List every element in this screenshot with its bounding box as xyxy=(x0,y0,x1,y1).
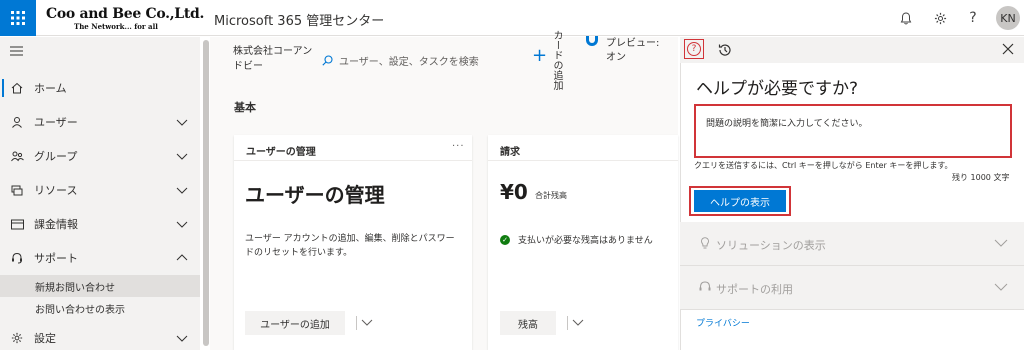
settings-button[interactable] xyxy=(930,8,950,28)
sidebar-item-label: リソース xyxy=(34,184,78,197)
help-title: ヘルプが必要ですか? xyxy=(696,79,859,99)
notifications-button[interactable] xyxy=(896,8,916,28)
headset-icon xyxy=(699,281,711,291)
sidebar-subitem-new-request[interactable]: 新規お問い合わせ xyxy=(0,275,200,297)
org-name: 株式会社コーアンドビー xyxy=(233,46,313,72)
sidebar-item-settings[interactable]: 設定 xyxy=(0,321,200,350)
app-launcher-button[interactable] xyxy=(0,0,36,36)
sidebar-item-users[interactable]: ユーザー xyxy=(0,105,200,139)
avatar[interactable]: KN xyxy=(996,6,1020,30)
sidebar-item-resources[interactable]: リソース xyxy=(0,173,200,207)
add-user-dropdown[interactable] xyxy=(361,317,373,330)
waffle-icon xyxy=(11,11,25,25)
preview-label: プレビュー: オン xyxy=(606,38,660,63)
close-icon xyxy=(1002,43,1014,55)
close-button[interactable] xyxy=(1001,42,1015,56)
chevron-up-icon xyxy=(176,254,188,261)
search-placeholder: ユーザー、設定、タスクを検索 xyxy=(339,56,479,68)
sidebar-item-label: 課金情報 xyxy=(34,218,78,231)
status-text: 支払いが必要な残高はありません xyxy=(518,236,653,246)
history-tab[interactable] xyxy=(717,42,733,58)
history-icon xyxy=(718,44,731,56)
chevron-down-icon xyxy=(361,319,373,326)
section-title: 基本 xyxy=(234,101,256,114)
sidebar-item-home[interactable]: ホーム xyxy=(0,71,200,105)
chevron-down-icon xyxy=(176,119,188,126)
user-icon xyxy=(10,115,24,129)
accordion-support[interactable]: サポートの利用 xyxy=(680,266,1024,310)
group-icon xyxy=(10,149,24,163)
card-description: ユーザー アカウントの追加、編集、削除とパスワードのリセットを行います。 xyxy=(245,234,455,258)
sidebar-subitem-label: お問い合わせの表示 xyxy=(35,304,125,316)
show-help-button[interactable]: ヘルプの表示 xyxy=(694,190,786,212)
plus-icon: + xyxy=(532,45,548,66)
help-tab[interactable]: ? xyxy=(687,42,701,56)
search-icon xyxy=(322,54,333,66)
balance-button[interactable]: 残高 xyxy=(500,311,556,335)
headset-icon xyxy=(10,251,24,265)
card-divider xyxy=(234,160,472,161)
chevron-down-icon xyxy=(572,319,584,326)
card-title: ユーザーの管理 xyxy=(245,183,385,207)
chevron-down-icon xyxy=(176,335,188,342)
card-header: ユーザーの管理 xyxy=(246,147,316,158)
billing-status: ✓ 支払いが必要な残高はありません xyxy=(500,233,653,246)
char-remaining: 残り 1000 文字 xyxy=(952,173,1010,182)
gear-icon xyxy=(934,12,946,24)
accordion-solutions[interactable]: ソリューションの表示 xyxy=(680,222,1024,266)
search-input[interactable]: ユーザー、設定、タスクを検索 xyxy=(322,50,522,70)
company-logo[interactable]: Coo and Bee Co.,Ltd. The Network... for … xyxy=(46,6,205,32)
chevron-down-icon xyxy=(176,187,188,194)
more-options-button[interactable]: ··· xyxy=(452,141,465,152)
accordion-label: ソリューションの表示 xyxy=(716,239,826,252)
billing-icon xyxy=(10,217,24,231)
add-user-button[interactable]: ユーザーの追加 xyxy=(245,311,345,335)
split-divider xyxy=(567,316,568,330)
chevron-down-icon xyxy=(176,221,188,228)
app-title[interactable]: Microsoft 365 管理センター xyxy=(214,10,384,29)
sidebar-subitem-label: 新規お問い合わせ xyxy=(35,282,115,294)
sidebar-item-label: 設定 xyxy=(34,332,56,345)
question-icon: ? xyxy=(691,44,697,54)
sidebar-item-label: ホーム xyxy=(34,82,67,95)
nav-collapse-button[interactable] xyxy=(10,46,23,59)
sidebar-subitem-view-requests[interactable]: お問い合わせの表示 xyxy=(0,297,200,319)
sidebar-item-label: サポート xyxy=(34,252,78,265)
logo-main-text: Coo and Bee Co.,Ltd. xyxy=(46,6,205,22)
add-card-button[interactable]: + xyxy=(532,45,548,66)
sidebar-item-label: グループ xyxy=(34,150,78,163)
chevron-down-icon xyxy=(176,153,188,160)
sidebar-item-support[interactable]: サポート xyxy=(0,241,200,275)
gear-icon xyxy=(10,331,24,345)
sidebar-item-billing[interactable]: 課金情報 xyxy=(0,207,200,241)
chevron-down-icon xyxy=(994,239,1008,247)
lightbulb-icon xyxy=(701,237,709,249)
balance-dropdown[interactable] xyxy=(572,317,584,330)
help-button[interactable]: ? xyxy=(963,8,983,28)
add-card-label[interactable]: カードの追加 xyxy=(550,30,562,90)
split-divider xyxy=(356,316,357,330)
ellipsis-icon: ··· xyxy=(452,141,465,152)
hamburger-icon xyxy=(10,46,23,56)
logo-sub-text: The Network... for all xyxy=(74,22,158,31)
check-circle-icon: ✓ xyxy=(500,234,510,245)
home-icon xyxy=(10,81,24,95)
balance-amount: ¥0 xyxy=(500,180,528,204)
card-header: 請求 xyxy=(500,147,520,158)
sidebar-item-label: ユーザー xyxy=(34,116,78,129)
resource-icon xyxy=(10,183,24,197)
main-scrollbar[interactable] xyxy=(203,40,209,346)
card-divider xyxy=(488,160,678,161)
bell-icon xyxy=(900,11,912,24)
privacy-link[interactable]: プライバシー xyxy=(696,316,750,329)
submit-hint: クエリを送信するには、Ctrl キーを押しながら Enter キーを押します。 xyxy=(694,161,953,170)
question-icon: ? xyxy=(969,10,977,26)
sidebar-item-groups[interactable]: グループ xyxy=(0,139,200,173)
balance-label: 合計残高 xyxy=(535,191,567,200)
accordion-label: サポートの利用 xyxy=(716,283,793,296)
input-placeholder: 問題の説明を簡潔に入力してください。 xyxy=(706,119,868,129)
problem-description-input[interactable]: 問題の説明を簡潔に入力してください。 xyxy=(694,104,1012,158)
chevron-down-icon xyxy=(994,283,1008,291)
